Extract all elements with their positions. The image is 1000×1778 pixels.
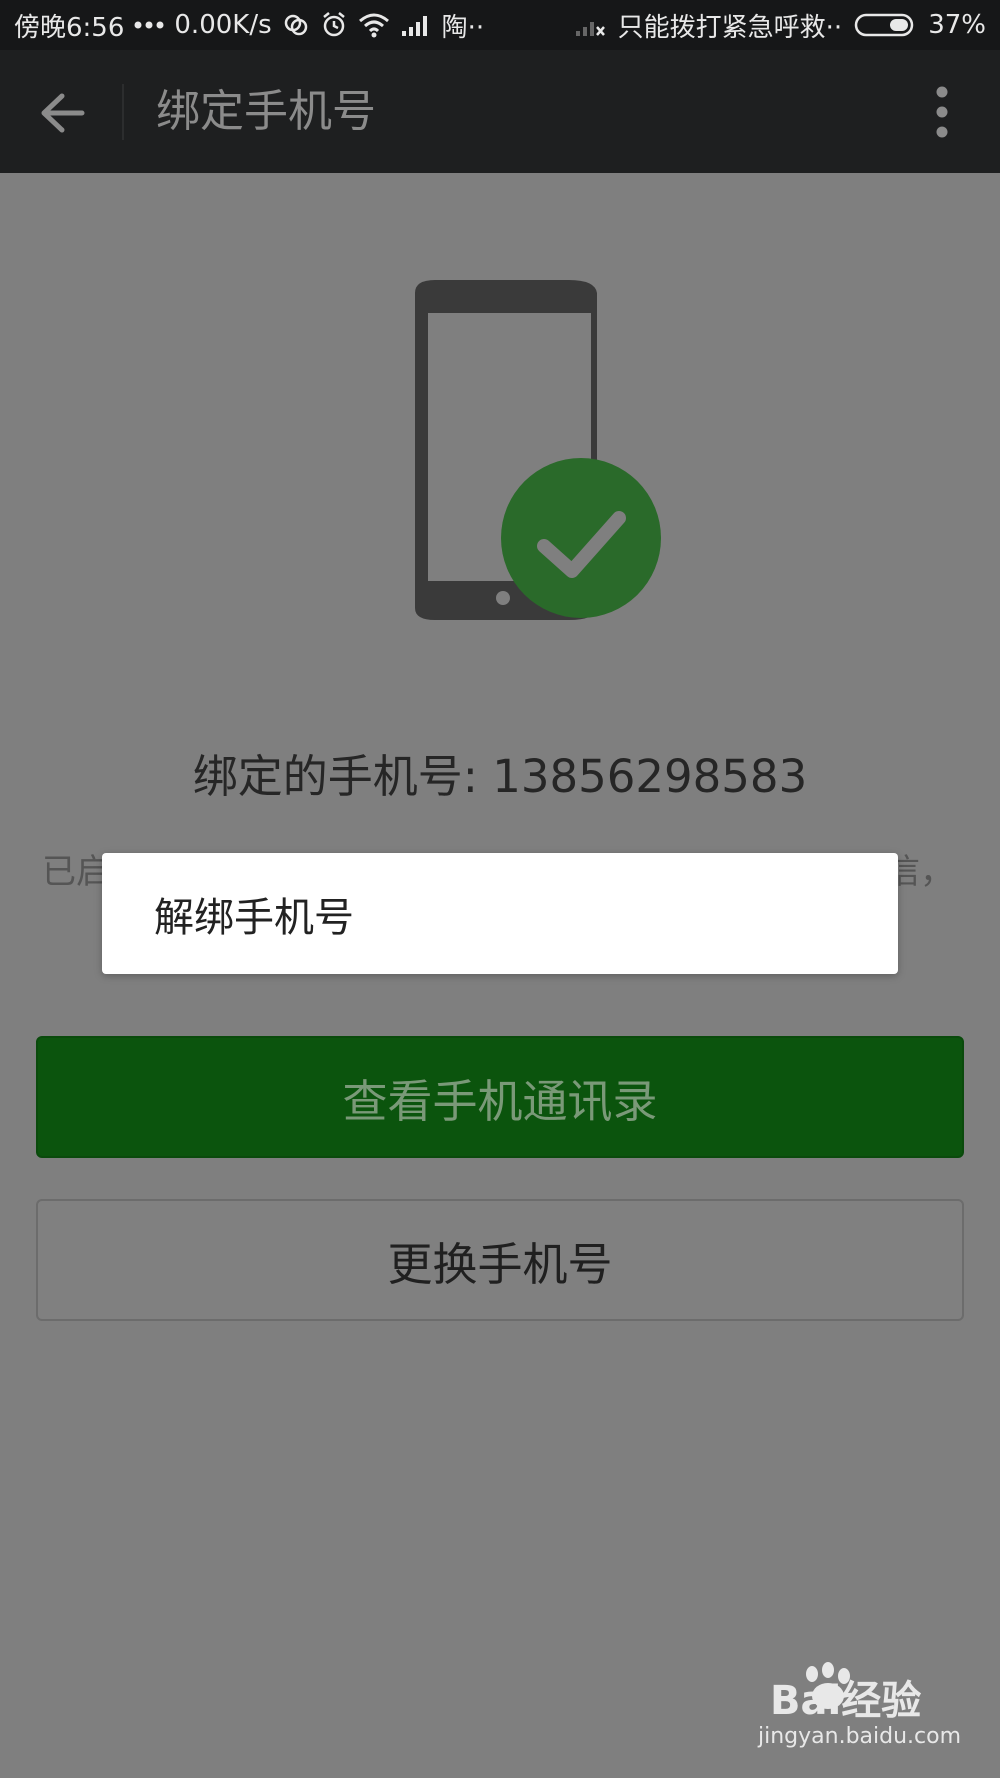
alarm-icon (320, 11, 348, 39)
back-arrow-icon (41, 93, 85, 133)
status-battery: 37% (928, 10, 986, 40)
baidu-jingyan-watermark: Bai经验 jingyan.baidu.com (740, 1662, 961, 1758)
app-bar: 绑定手机号 (0, 50, 1000, 173)
description-text-left: 已启 (42, 852, 110, 892)
status-time: 傍晚6:56 (14, 12, 125, 43)
status-bar-left: 傍晚6:56 0.00K/s 陶·· (14, 7, 484, 44)
sync-icon (282, 11, 310, 39)
unbind-number-menu-item[interactable]: 解绑手机号 (102, 853, 898, 974)
watermark-brand: Bai经验 (770, 1678, 922, 1724)
status-bar: 傍晚6:56 0.00K/s 陶·· 只能拨打紧急呼救·· 37% (0, 0, 1000, 50)
signal-icon (400, 13, 432, 37)
status-carrier-1: 陶·· (441, 12, 485, 43)
change-number-button[interactable]: 更换手机号 (36, 1199, 964, 1321)
more-dots-icon (134, 20, 164, 30)
check-circle-icon (501, 458, 661, 618)
watermark-url: jingyan.baidu.com (758, 1724, 962, 1749)
app-bar-divider (122, 84, 124, 140)
wifi-icon (358, 12, 390, 38)
status-bar-right: 只能拨打紧急呼救·· 37% (574, 7, 986, 44)
popup-menu: 解绑手机号 (102, 853, 898, 974)
view-contacts-button[interactable]: 查看手机通讯录 (36, 1036, 964, 1158)
more-options-button[interactable] (922, 80, 962, 144)
status-net-speed: 0.00K/s (174, 10, 272, 40)
back-button[interactable] (28, 78, 98, 148)
page-title: 绑定手机号 (156, 86, 376, 137)
no-signal-icon (574, 13, 606, 37)
status-carrier-2: 只能拨打紧急呼救·· (617, 12, 843, 43)
phone-bound-illustration (405, 278, 665, 623)
more-vertical-icon (936, 86, 948, 138)
battery-icon (854, 12, 916, 38)
bound-number-label: 绑定的手机号: 13856298583 (192, 750, 808, 803)
